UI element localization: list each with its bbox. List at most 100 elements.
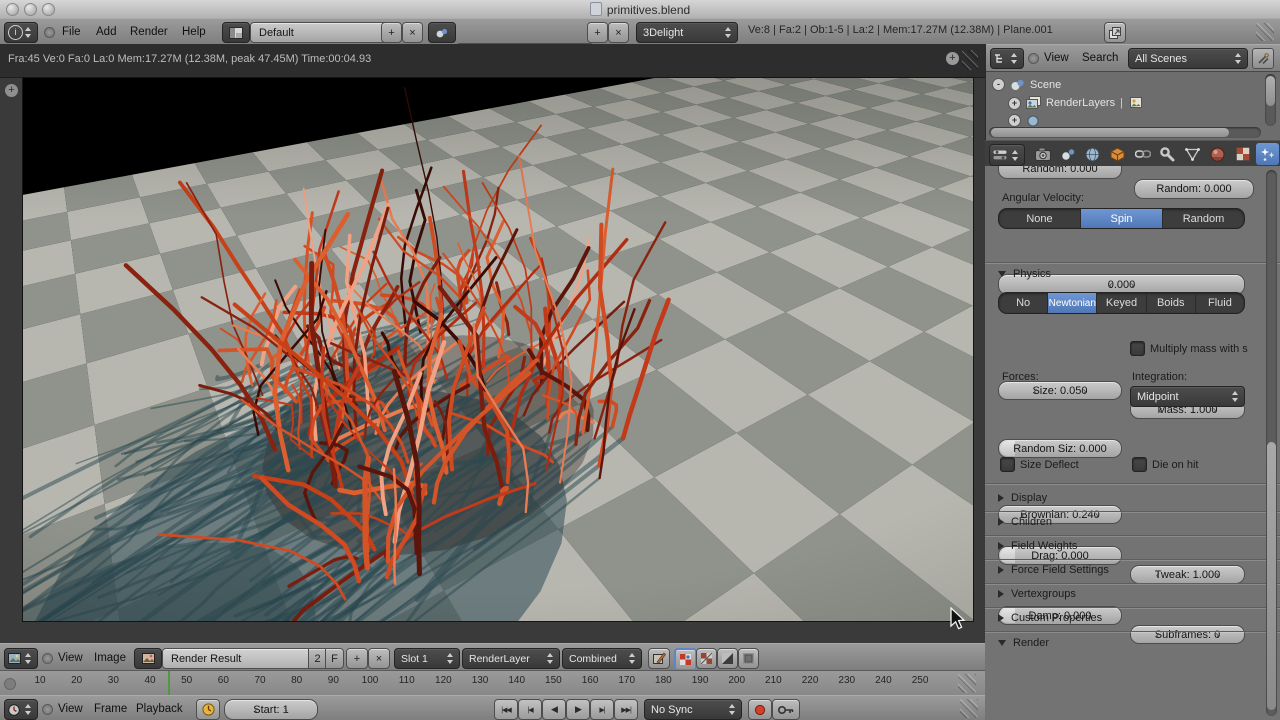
outliner-row-scene[interactable]: - Scene xyxy=(992,78,1061,91)
add-layout-button[interactable]: + xyxy=(381,22,402,43)
editor-type-selector[interactable] xyxy=(989,144,1025,166)
subframes-slider[interactable]: ‹ Subframes: 0 › xyxy=(1130,625,1245,644)
physics-keyed-button[interactable]: Keyed xyxy=(1097,293,1147,313)
menu-add[interactable]: Add xyxy=(96,23,116,41)
horizontal-scrollbar[interactable] xyxy=(989,127,1261,138)
filter-icon[interactable] xyxy=(1252,48,1274,69)
rgb-channel-toggle[interactable] xyxy=(696,648,717,669)
vertexgroups-panel-header[interactable]: Vertexgroups xyxy=(998,588,1076,600)
region-resize-handle[interactable] xyxy=(960,699,978,718)
size-deflect-checkbox[interactable] xyxy=(1000,457,1015,472)
editor-type-selector[interactable] xyxy=(990,48,1024,69)
random-phase-slider[interactable]: Random: 0.000 xyxy=(1134,179,1254,199)
tab-constraints[interactable] xyxy=(1131,143,1154,165)
outliner-row-renderlayers[interactable]: + RenderLayers | xyxy=(1008,96,1143,110)
scrollbar-thumb[interactable] xyxy=(991,128,1229,137)
expand-icon[interactable]: + xyxy=(1008,96,1021,110)
menu-search[interactable]: Search xyxy=(1082,49,1118,67)
collapse-menus-icon[interactable] xyxy=(44,27,55,38)
display-panel-header[interactable]: Display xyxy=(998,492,1047,504)
screen-layout-icon-button[interactable] xyxy=(222,22,250,43)
unlink-image-button[interactable]: × xyxy=(368,648,390,669)
increment-arrow-icon[interactable]: › xyxy=(1130,278,1134,292)
jump-to-end-button[interactable]: ▶▶| xyxy=(614,699,638,720)
region-expand-icon[interactable]: + xyxy=(946,52,959,65)
record-icon[interactable] xyxy=(748,699,772,720)
random-rotation-slider[interactable]: Random: 0.000 xyxy=(998,166,1122,179)
tab-scene[interactable] xyxy=(1056,143,1079,165)
die-on-hit-checkbox[interactable] xyxy=(1132,457,1147,472)
force-field-settings-panel-header[interactable]: Force Field Settings xyxy=(998,564,1109,576)
tab-modifiers[interactable] xyxy=(1156,143,1179,165)
menu-help[interactable]: Help xyxy=(182,23,206,41)
editor-type-selector[interactable] xyxy=(4,699,38,720)
vertical-scrollbar[interactable] xyxy=(1265,74,1276,126)
next-keyframe-button[interactable]: ▶| xyxy=(590,699,614,720)
field-weights-panel-header[interactable]: Field Weights xyxy=(998,540,1077,552)
fake-user-button[interactable]: F xyxy=(325,648,344,669)
image-name-field[interactable]: Render Result xyxy=(162,648,318,669)
image-datablock-icon[interactable] xyxy=(134,648,162,669)
slot-select[interactable]: Slot 1 xyxy=(394,648,460,669)
play-button[interactable]: ▶ xyxy=(566,699,590,720)
menu-playback[interactable]: Playback xyxy=(136,700,183,718)
rgba-channel-toggle[interactable] xyxy=(674,648,697,671)
collapse-menus-icon[interactable] xyxy=(42,653,53,664)
rendered-image[interactable] xyxy=(22,77,974,622)
scrollbar-thumb[interactable] xyxy=(1267,442,1276,710)
menu-image[interactable]: Image xyxy=(94,649,126,667)
jump-to-start-button[interactable]: |◀◀ xyxy=(494,699,518,720)
tab-object[interactable] xyxy=(1106,143,1129,165)
zdepth-channel-toggle[interactable] xyxy=(738,648,759,669)
multiply-mass-checkbox[interactable] xyxy=(1130,341,1145,356)
angular-spin-button[interactable]: Spin xyxy=(1081,209,1163,228)
increment-arrow-icon[interactable]: › xyxy=(1215,628,1219,642)
physics-newtonian-button[interactable]: Newtonian xyxy=(1048,293,1098,313)
sync-mode-select[interactable]: No Sync xyxy=(644,699,742,720)
render-layer-select[interactable]: RenderLayer xyxy=(462,648,560,669)
vertical-scrollbar[interactable] xyxy=(1266,170,1277,716)
children-panel-header[interactable]: Children xyxy=(998,516,1052,528)
angular-random-button[interactable]: Random xyxy=(1163,209,1244,228)
menu-view[interactable]: View xyxy=(1044,49,1069,67)
region-resize-handle[interactable] xyxy=(958,674,976,693)
layout-name-field[interactable]: Default xyxy=(250,22,388,43)
image-paint-icon[interactable] xyxy=(648,648,670,669)
duplicate-window-icon[interactable] xyxy=(1104,22,1126,43)
scene-datablock-icon-button[interactable] xyxy=(428,22,456,43)
integrator-select[interactable]: Midpoint xyxy=(1130,386,1245,407)
timeline-ruler[interactable]: 10 20 30 40 50 60 70 80 90 100 110 120 130 140 150 160 1… xyxy=(0,670,985,697)
scroller-end-icon[interactable] xyxy=(4,678,16,690)
increment-arrow-icon[interactable]: › xyxy=(1215,568,1219,582)
render-pass-select[interactable]: Combined xyxy=(562,648,642,669)
alpha-channel-toggle[interactable] xyxy=(717,648,738,669)
physics-fluid-button[interactable]: Fluid xyxy=(1196,293,1244,313)
collapse-menus-icon[interactable] xyxy=(1028,53,1039,64)
outliner-row-partial[interactable]: + xyxy=(1008,114,1040,127)
tab-material[interactable] xyxy=(1206,143,1229,165)
expand-icon[interactable]: + xyxy=(1008,114,1021,127)
render-panel-header[interactable]: Render xyxy=(998,637,1049,649)
angular-none-button[interactable]: None xyxy=(999,209,1081,228)
auto-key-icon[interactable] xyxy=(772,699,800,720)
tweak-slider[interactable]: ‹ Tweak: 1.000 › xyxy=(1130,565,1245,584)
increment-arrow-icon[interactable]: › xyxy=(1095,508,1099,522)
menu-frame[interactable]: Frame xyxy=(94,700,127,718)
display-mode-select[interactable]: All Scenes xyxy=(1128,48,1248,69)
editor-type-selector[interactable]: i xyxy=(4,22,38,43)
time-icon-button[interactable] xyxy=(196,699,220,720)
physics-panel-header[interactable]: Physics xyxy=(998,268,1051,280)
increment-arrow-icon[interactable]: › xyxy=(1083,384,1087,398)
random-size-slider[interactable]: Random Siz: 0.000 xyxy=(998,439,1122,458)
play-reverse-button[interactable]: ◀ xyxy=(542,699,566,720)
current-frame-marker[interactable] xyxy=(168,671,171,696)
tab-world[interactable] xyxy=(1081,143,1104,165)
physics-boids-button[interactable]: Boids xyxy=(1147,293,1196,313)
region-expand-icon[interactable]: + xyxy=(5,84,18,97)
increment-arrow-icon[interactable]: › xyxy=(284,703,288,717)
delete-layout-button[interactable]: × xyxy=(402,22,423,43)
tab-object-data[interactable] xyxy=(1181,143,1204,165)
region-resize-handle[interactable] xyxy=(1256,23,1274,41)
frame-start-field[interactable]: ‹ Start: 1 › xyxy=(224,699,318,720)
custom-properties-panel-header[interactable]: Custom Properties xyxy=(998,612,1102,624)
